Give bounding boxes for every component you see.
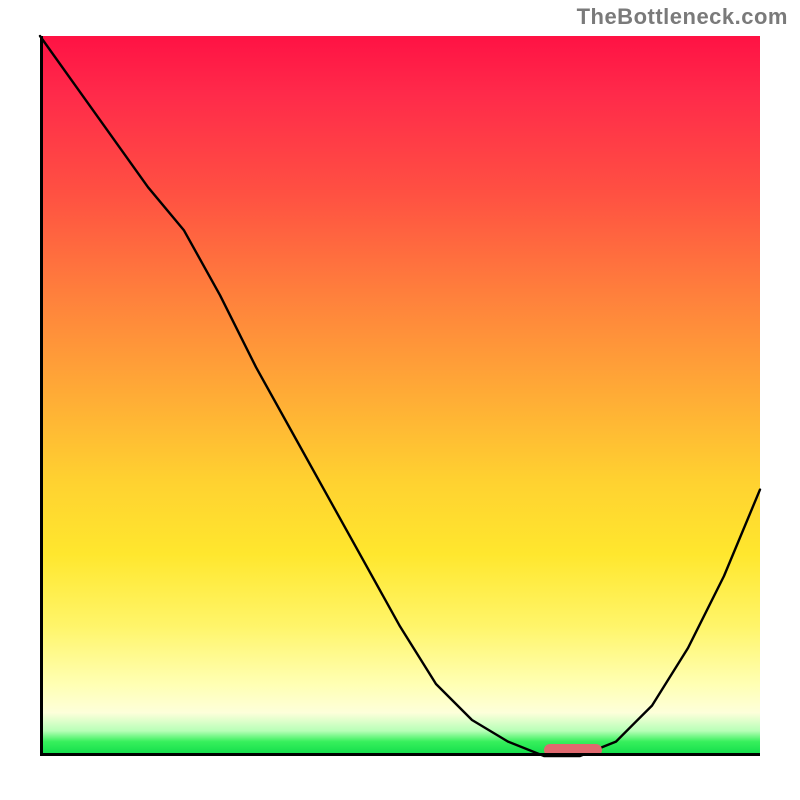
chart-container: TheBottleneck.com [0, 0, 800, 800]
watermark-text: TheBottleneck.com [577, 4, 788, 30]
bottleneck-curve [40, 36, 760, 756]
plot-area [40, 36, 760, 756]
curve-svg [40, 36, 760, 756]
y-axis [40, 36, 43, 756]
x-axis [40, 753, 760, 756]
